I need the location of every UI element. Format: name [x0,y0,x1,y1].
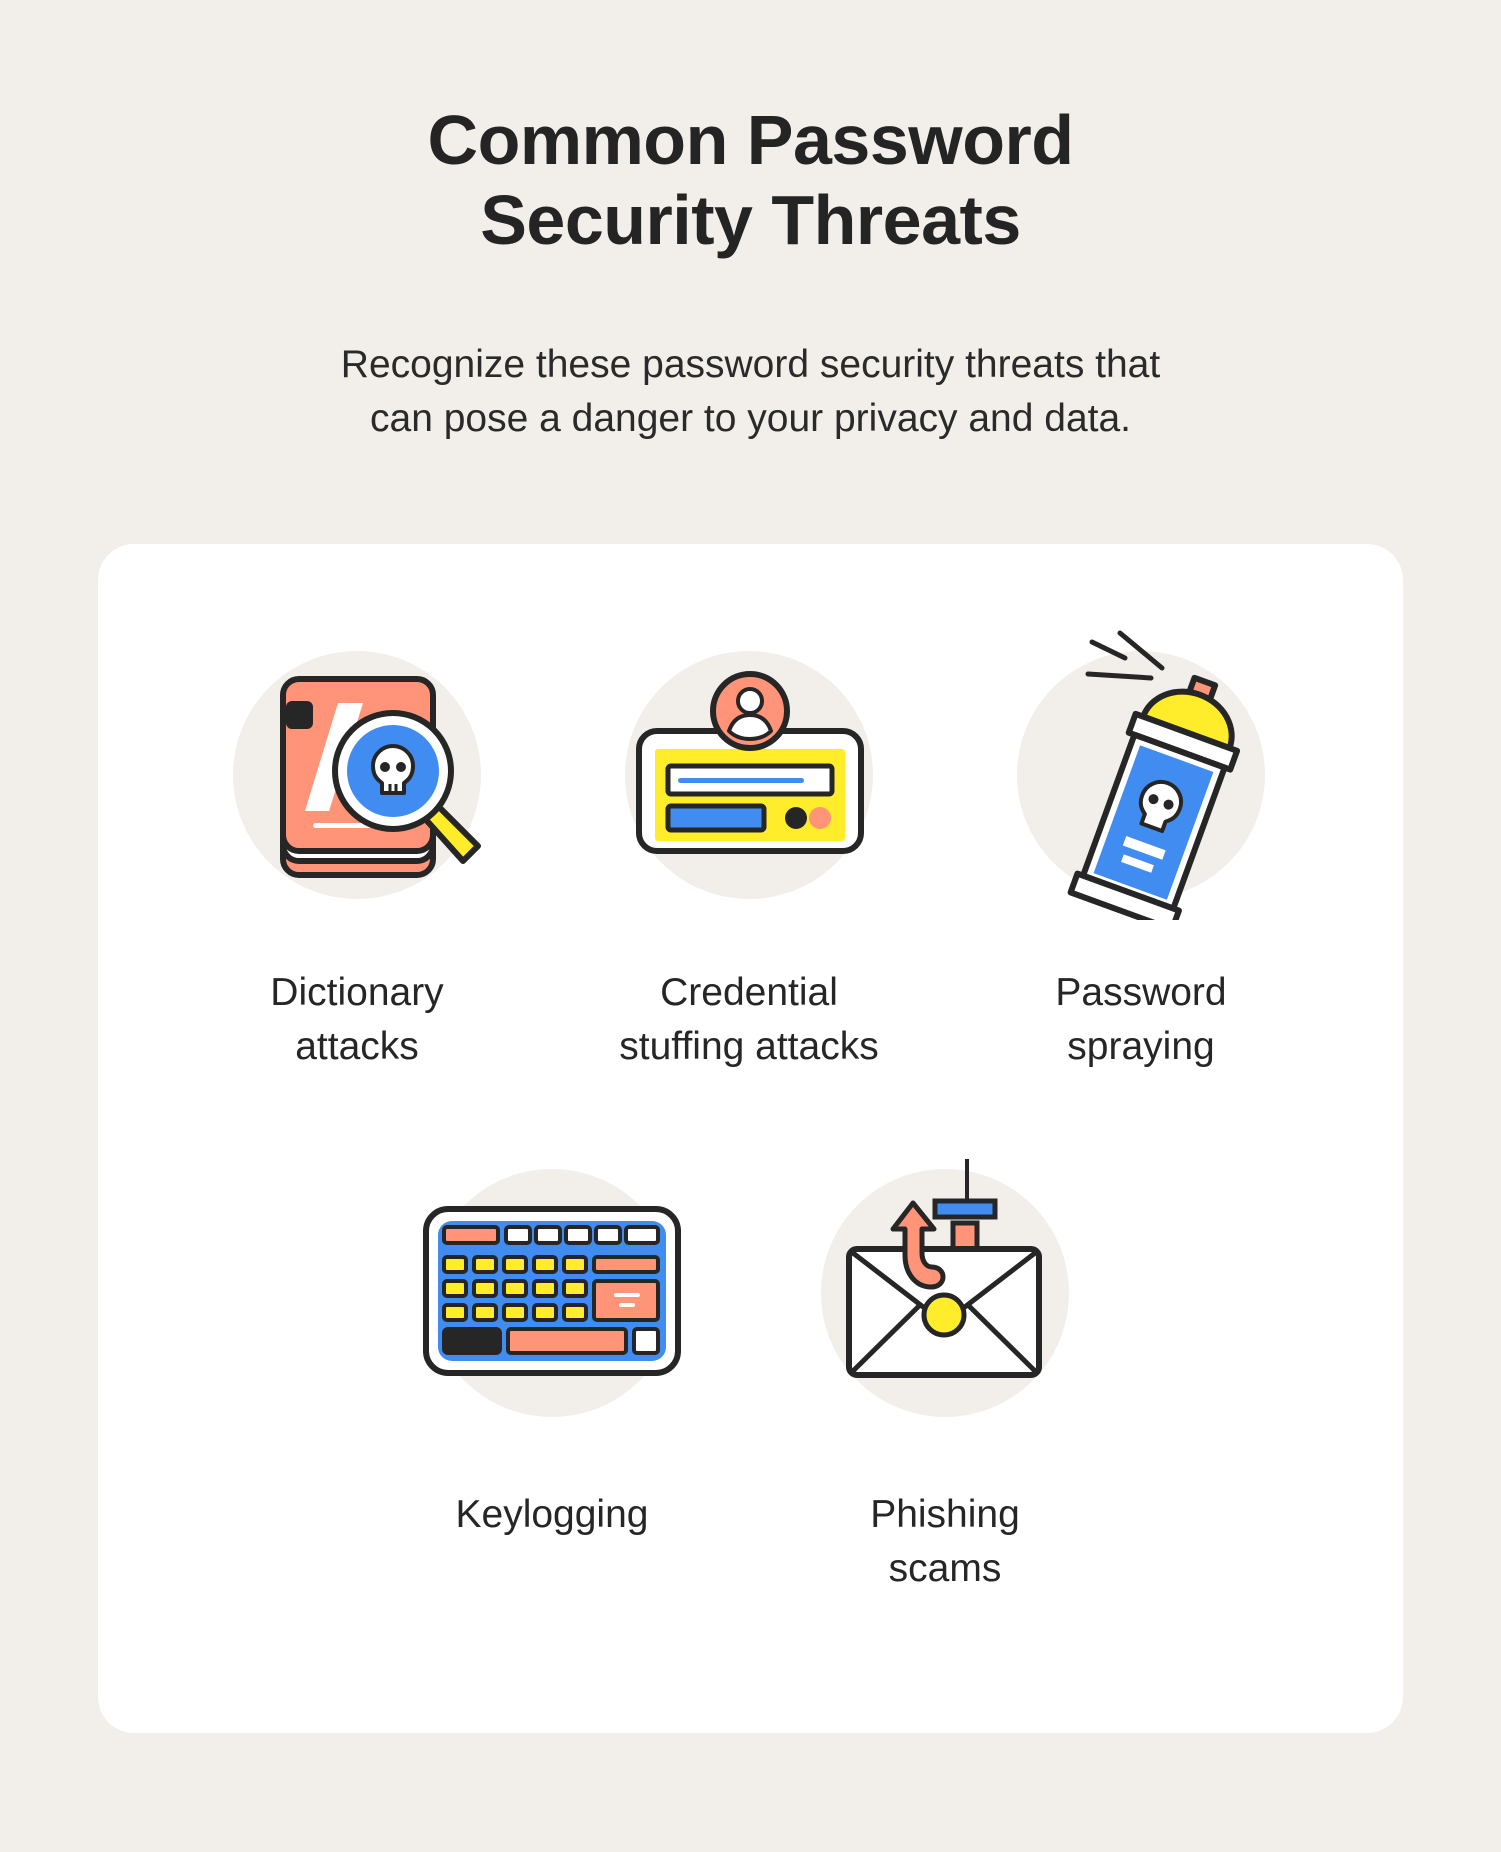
label-line-1: Password [1055,971,1227,1014]
title-line-1: Common Password [427,101,1074,179]
threat-label: Keylogging [342,1488,762,1542]
label-line-1: Phishing [870,1493,1020,1536]
subtitle-line-2: can pose a danger to your privacy and da… [370,397,1131,440]
threat-label: Password spraying [931,966,1351,1074]
threat-label: Dictionary attacks [147,966,567,1074]
label-line-1: Credential [660,971,838,1014]
label-line-2: spraying [1067,1025,1215,1068]
label-line-1: Keylogging [455,1493,649,1536]
subtitle-line-1: Recognize these password security threat… [340,343,1161,386]
label-line-2: attacks [295,1025,419,1068]
page-title: Common Password Security Threats [0,100,1501,260]
keyboard-icon [423,1206,681,1376]
label-line-1: Dictionary [270,971,444,1014]
label-line-2: stuffing attacks [619,1025,879,1068]
title-line-2: Security Threats [480,181,1021,259]
threat-label: Phishing scams [735,1488,1155,1596]
page-subtitle: Recognize these password security threat… [0,338,1501,446]
threat-label: Credential stuffing attacks [539,966,959,1074]
envelope-hook-icon [846,1159,1042,1378]
label-line-2: scams [888,1547,1002,1590]
login-card-user-icon [636,671,864,854]
spray-can-skull-icon [1067,630,1241,920]
book-magnifier-skull-icon [280,676,481,878]
